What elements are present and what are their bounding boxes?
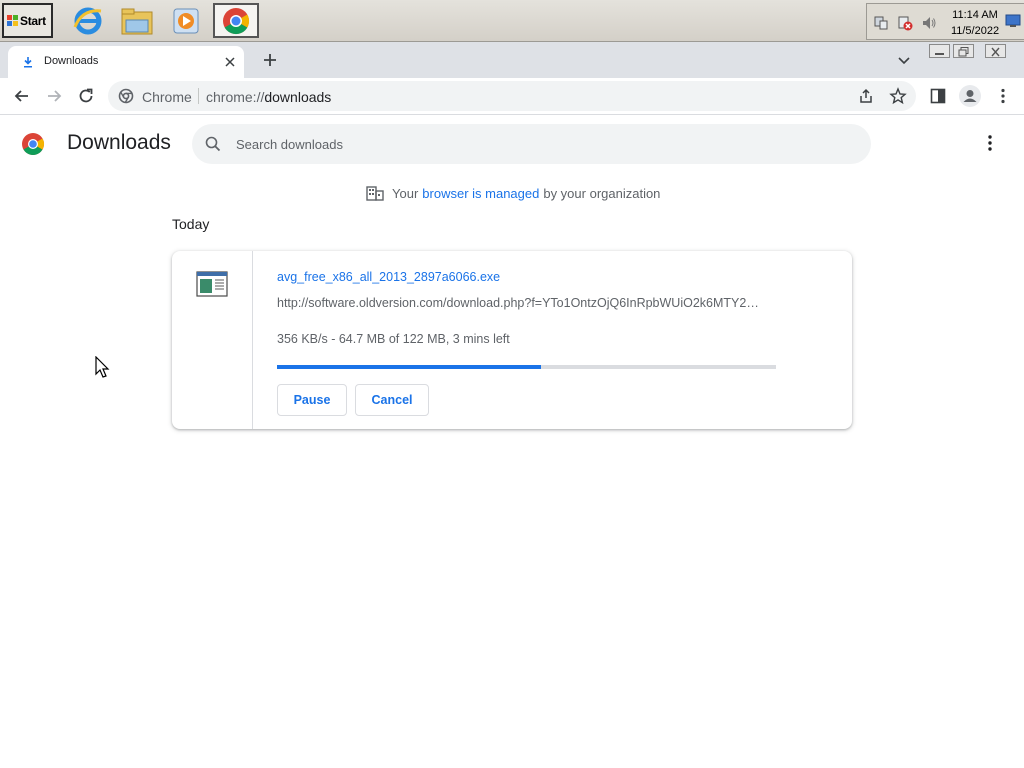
start-button[interactable]: Start (2, 3, 53, 38)
pause-button[interactable]: Pause (277, 384, 347, 416)
tab-search-chevron-icon[interactable] (896, 52, 912, 68)
share-icon[interactable] (857, 87, 875, 105)
omnibox-site-name: Chrome (142, 89, 192, 105)
address-bar[interactable]: Chrome chrome://downloads (108, 81, 916, 111)
download-status-text: 356 KB/s - 64.7 MB of 122 MB, 3 mins lef… (277, 332, 510, 346)
show-desktop-icon[interactable] (1005, 14, 1021, 28)
volume-icon[interactable] (921, 15, 937, 31)
browser-toolbar: Chrome chrome://downloads (0, 78, 1024, 115)
clock-time: 11:14 AM (952, 9, 998, 21)
taskbar-app-media-player[interactable] (163, 3, 209, 38)
clock-date: 11/5/2022 (950, 25, 1000, 37)
chrome-site-icon (118, 88, 134, 104)
managed-suffix: by your organization (543, 185, 661, 201)
search-downloads-box (192, 124, 871, 164)
tab-title: Downloads (44, 55, 99, 67)
restore-icon (958, 47, 969, 57)
download-source-url[interactable]: http://software.oldversion.com/download.… (277, 296, 777, 310)
taskbar-app-chrome[interactable] (213, 3, 259, 38)
side-panel-icon[interactable] (928, 86, 948, 106)
managed-notice: Your browser is managed by your organiza… (366, 183, 660, 203)
restore-button[interactable] (953, 44, 974, 58)
download-progress-bar (277, 365, 776, 369)
system-tray: 11:14 AM 11/5/2022 (866, 3, 1024, 40)
bookmark-star-icon[interactable] (889, 87, 907, 105)
search-icon[interactable] (204, 135, 222, 153)
close-tab-icon[interactable] (222, 54, 238, 70)
url-path: downloads (264, 89, 332, 105)
security-alert-icon[interactable] (897, 15, 913, 31)
downloads-more-actions-icon[interactable] (981, 133, 999, 153)
taskbar-app-ie[interactable] (65, 3, 111, 38)
ie-icon (73, 7, 102, 34)
download-item-card: avg_free_x86_all_2013_2897a6066.exe http… (172, 251, 852, 429)
taskbar-clock[interactable]: 11:14 AM 11/5/2022 (949, 7, 1001, 39)
omnibox-separator (198, 88, 199, 104)
chrome-logo-icon (22, 133, 44, 155)
download-file-name-link[interactable]: avg_free_x86_all_2013_2897a6066.exe (277, 270, 500, 284)
url-scheme: chrome:// (206, 89, 265, 105)
browser-menu-icon[interactable] (993, 86, 1013, 106)
file-icon-column (172, 251, 253, 429)
close-window-button[interactable] (985, 44, 1006, 58)
profile-avatar-icon[interactable] (958, 84, 982, 108)
download-favicon-icon (24, 57, 32, 68)
downloads-page: Downloads Your browser is managed by you… (0, 115, 1024, 768)
reload-icon[interactable] (76, 86, 96, 106)
windows-taskbar: Start 11:14 AM 11/5/2022 (0, 0, 1024, 42)
executable-file-icon (196, 271, 228, 297)
chrome-icon (223, 7, 250, 34)
tab-strip: Downloads (0, 42, 1024, 78)
mouse-cursor-icon (95, 356, 110, 378)
browser-managed-link[interactable]: browser is managed (422, 186, 539, 201)
date-group-label: Today (172, 216, 210, 232)
new-tab-plus-icon[interactable] (260, 50, 280, 70)
start-label: Start (20, 13, 46, 28)
managed-prefix: Your (392, 185, 419, 201)
forward-arrow-icon[interactable] (44, 86, 64, 106)
network-icon[interactable] (873, 15, 889, 31)
building-icon (366, 186, 384, 201)
tab-downloads[interactable]: Downloads (8, 46, 244, 78)
media-player-icon (173, 8, 199, 33)
windows-logo-icon (7, 14, 19, 27)
explorer-icon (121, 8, 153, 34)
minimize-button[interactable] (929, 44, 950, 58)
back-arrow-icon[interactable] (12, 86, 32, 106)
download-progress-fill (277, 365, 542, 369)
close-window-icon (991, 47, 1000, 57)
taskbar-app-explorer[interactable] (114, 3, 160, 38)
minimize-icon (935, 53, 944, 55)
search-downloads-input[interactable] (236, 124, 836, 164)
cancel-button[interactable]: Cancel (355, 384, 429, 416)
page-title: Downloads (67, 131, 171, 154)
omnibox-url[interactable]: chrome://downloads (206, 89, 331, 105)
